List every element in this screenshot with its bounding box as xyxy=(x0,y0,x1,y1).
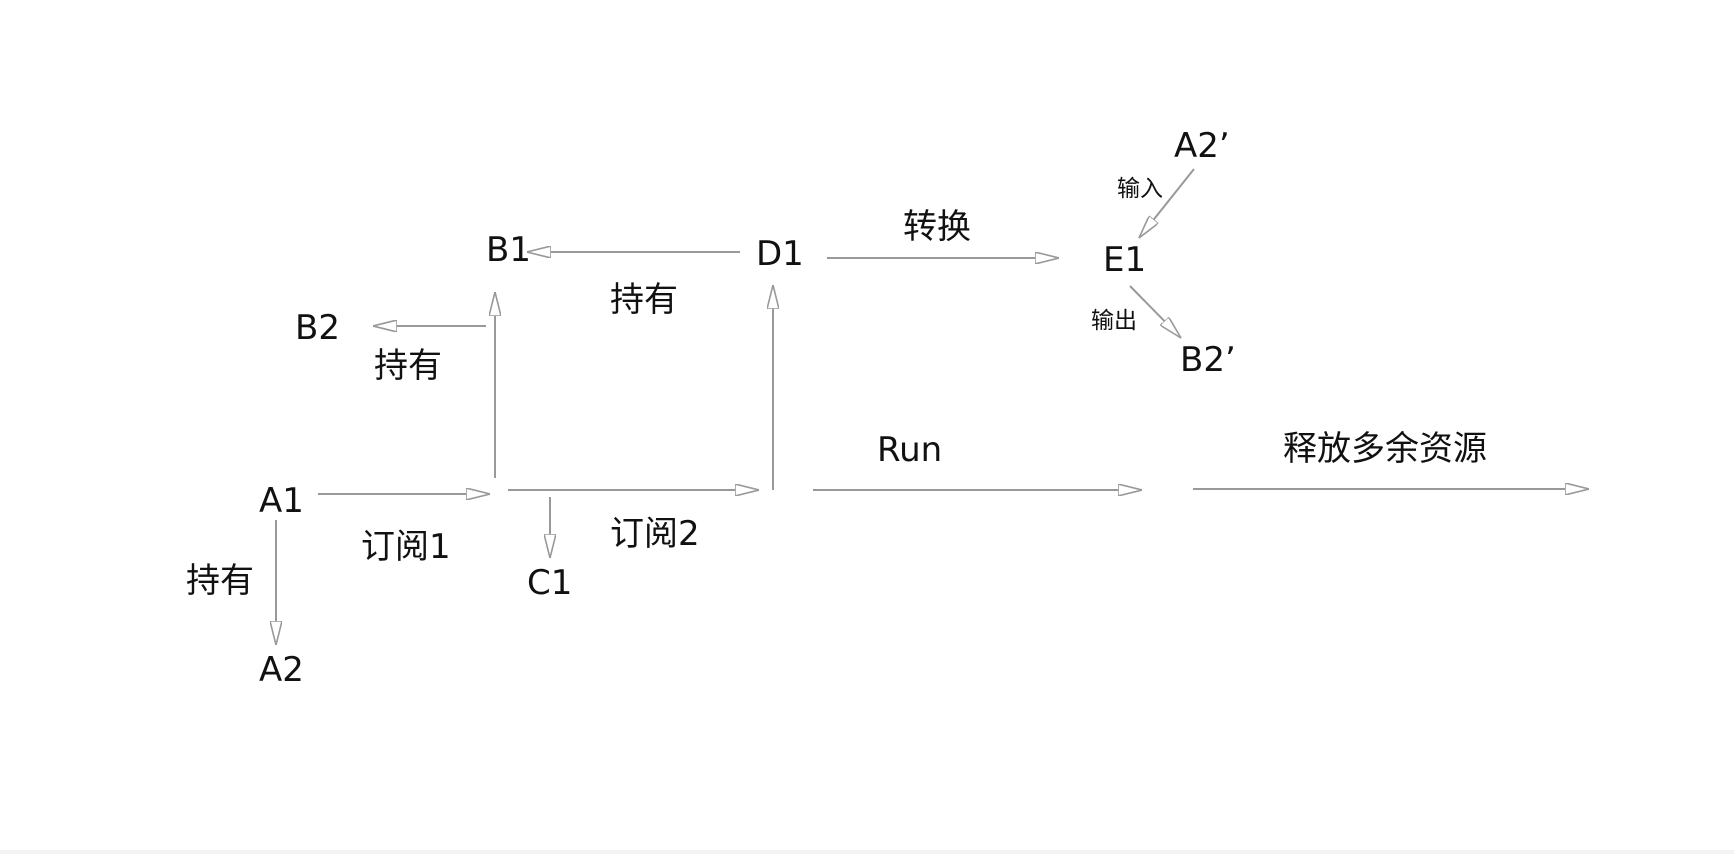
arrow-e1-to-b2prime xyxy=(1129,285,1182,339)
node-e1: E1 xyxy=(1103,240,1146,280)
node-a2-prime: A2’ xyxy=(1174,126,1230,166)
node-b1: B1 xyxy=(486,230,531,270)
label-output: 输出 xyxy=(1091,308,1137,334)
label-run: Run xyxy=(877,430,942,470)
label-subscribe-1: 订阅1 xyxy=(361,527,451,567)
node-b2: B2 xyxy=(295,308,340,348)
node-a1: A1 xyxy=(259,481,304,521)
node-d1: D1 xyxy=(756,234,804,274)
label-release: 释放多余资源 xyxy=(1283,429,1487,469)
flow-diagram: A1 A2 B1 B2 C1 D1 E1 A2’ B2’ 持有 订阅1 持有 持… xyxy=(186,126,1589,690)
label-input: 输入 xyxy=(1117,176,1163,202)
node-a2: A2 xyxy=(259,650,304,690)
bottom-strip xyxy=(0,850,1734,854)
node-b2-prime: B2’ xyxy=(1180,340,1236,380)
label-convert: 转换 xyxy=(903,207,971,247)
label-hold-a1-a2: 持有 xyxy=(186,561,254,601)
label-hold-b1-b2: 持有 xyxy=(374,346,442,386)
label-hold-d1-b1: 持有 xyxy=(610,280,678,320)
label-subscribe-2: 订阅2 xyxy=(610,514,700,554)
node-c1: C1 xyxy=(527,563,572,603)
